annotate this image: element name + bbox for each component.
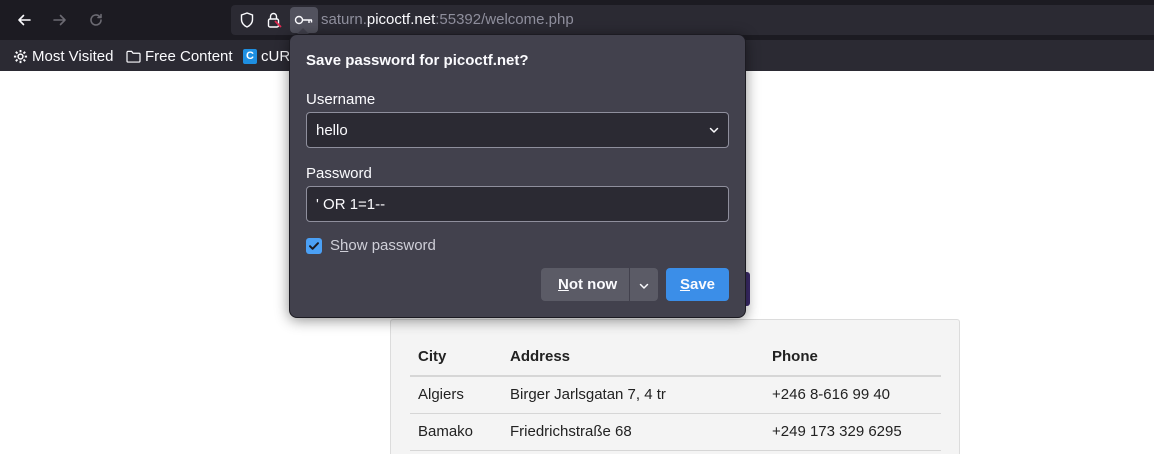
cell-phone: +249 173 329 6295 bbox=[764, 413, 941, 451]
chevron-down-icon[interactable] bbox=[708, 124, 720, 136]
bookmark-label: Most Visited bbox=[32, 47, 114, 65]
bookmark-label: cUR bbox=[261, 47, 291, 65]
password-value: ' OR 1=1-- bbox=[316, 195, 386, 213]
button-divider bbox=[629, 268, 630, 301]
bookmark-label: Free Content bbox=[145, 47, 233, 65]
cell-address: Friedrichstraße 68 bbox=[502, 413, 764, 451]
shield-icon[interactable] bbox=[237, 11, 257, 29]
bookmark-free-content[interactable]: Free Content bbox=[126, 45, 233, 67]
not-now-label: Not now bbox=[558, 276, 618, 293]
reload-button[interactable] bbox=[82, 6, 110, 34]
lock-icon[interactable] bbox=[264, 11, 284, 29]
password-field[interactable]: ' OR 1=1-- bbox=[306, 186, 729, 222]
back-arrow-icon bbox=[18, 14, 31, 26]
popup-title: Save password for picoctf.net? bbox=[306, 52, 529, 69]
show-password-checkbox[interactable] bbox=[306, 238, 322, 254]
results-table: City Address Phone Algiers Birger Jarlsg… bbox=[410, 338, 941, 451]
gear-icon bbox=[13, 49, 28, 64]
column-header-city: City bbox=[410, 338, 502, 377]
show-password-label[interactable]: Show password bbox=[330, 237, 436, 254]
cell-city: Bamako bbox=[410, 413, 502, 451]
bookmark-curl[interactable]: C cUR bbox=[243, 45, 290, 67]
cell-city: Algiers bbox=[410, 376, 502, 414]
chevron-down-icon[interactable] bbox=[638, 280, 650, 292]
results-card: City Address Phone Algiers Birger Jarlsg… bbox=[390, 319, 960, 454]
folder-icon bbox=[126, 50, 141, 63]
save-button[interactable]: Save bbox=[666, 268, 729, 301]
url-text[interactable]: saturn.picoctf.net:55392/welcome.php bbox=[321, 11, 574, 28]
username-value: hello bbox=[316, 121, 348, 139]
reload-icon bbox=[90, 13, 102, 26]
forward-arrow-icon bbox=[53, 14, 66, 26]
checkmark-icon bbox=[309, 242, 319, 250]
bookmark-most-visited[interactable]: Most Visited bbox=[13, 45, 113, 67]
back-button[interactable] bbox=[10, 6, 38, 34]
table-row: Algiers Birger Jarlsgatan 7, 4 tr +246 8… bbox=[410, 376, 941, 414]
table-row: Bamako Friedrichstraße 68 +249 173 329 6… bbox=[410, 413, 941, 451]
username-field[interactable]: hello bbox=[306, 112, 729, 148]
password-label: Password bbox=[306, 165, 372, 182]
column-header-address: Address bbox=[502, 338, 764, 377]
column-header-phone: Phone bbox=[764, 338, 941, 377]
table-header-row: City Address Phone bbox=[410, 338, 941, 377]
username-label: Username bbox=[306, 91, 376, 108]
cell-address: Birger Jarlsgatan 7, 4 tr bbox=[502, 376, 764, 414]
url-bar[interactable]: saturn.picoctf.net:55392/welcome.php bbox=[231, 5, 1154, 35]
save-password-popup: Save password for picoctf.net? Username … bbox=[289, 34, 746, 318]
c-badge-icon: C bbox=[243, 48, 257, 64]
not-now-button[interactable]: Not now bbox=[541, 268, 658, 301]
forward-button[interactable] bbox=[46, 6, 74, 34]
cell-phone: +246 8-616 99 40 bbox=[764, 376, 941, 414]
